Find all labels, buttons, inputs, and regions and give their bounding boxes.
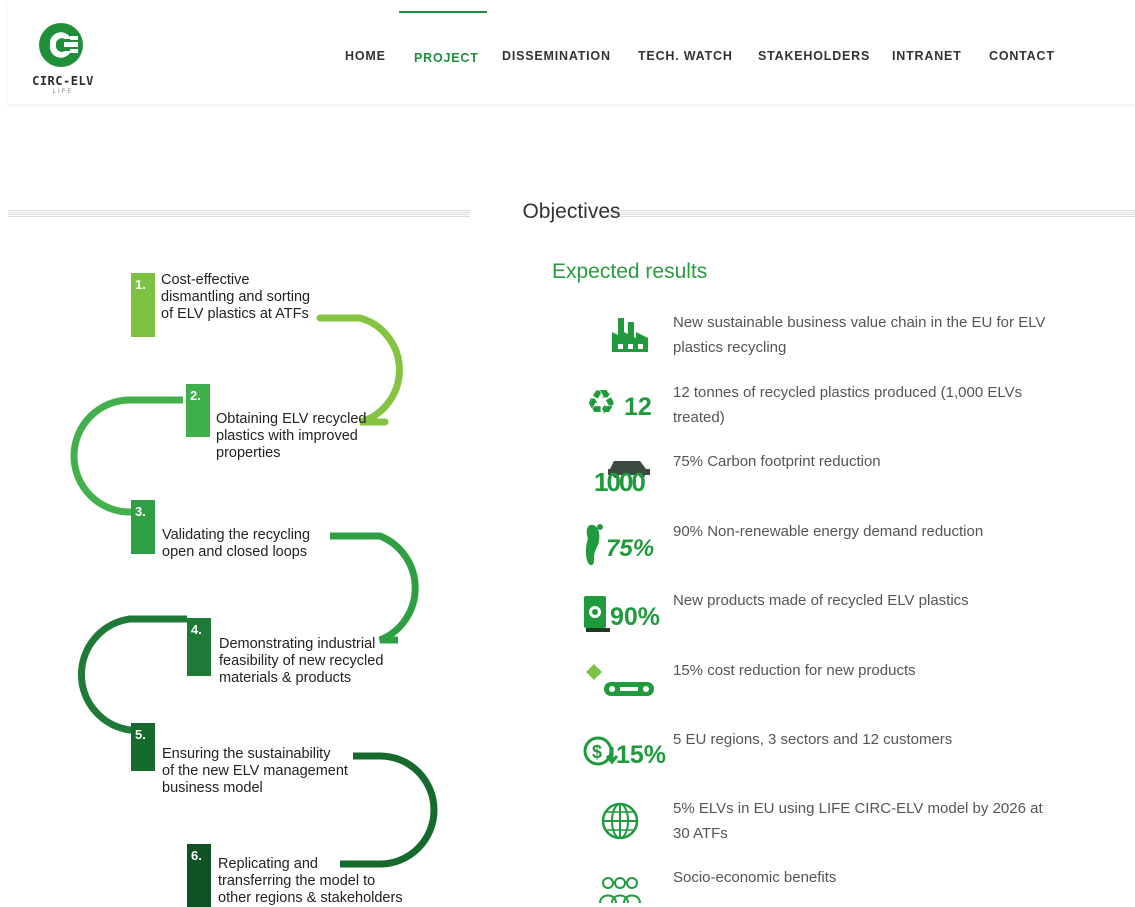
result-text: 15% cost reduction for new products xyxy=(673,662,916,679)
step-6-line-2: transferring the model to xyxy=(218,873,376,889)
nav-contact[interactable]: CONTACT xyxy=(989,49,1055,63)
step-3-number: 3. xyxy=(135,504,146,519)
step-1-text: Cost-effective dismantling and sorting o… xyxy=(161,272,310,323)
step-5-marker: 5. xyxy=(131,723,155,771)
leaf-footprint-icon: 75% xyxy=(582,519,666,569)
objectives-title: Objectives xyxy=(522,200,621,223)
nav-intranet[interactable]: INTRANET xyxy=(892,49,962,63)
dollar-circle-icon: $ xyxy=(583,736,618,766)
result-item: $ 15% 5 EU regions, 3 sectors and 12 cus… xyxy=(552,727,1112,787)
car-parts-icon xyxy=(586,664,654,696)
result-item: 15% cost reduction for new products xyxy=(552,658,1112,718)
result-text: 75% Carbon footprint reduction xyxy=(673,453,881,470)
svg-text:$: $ xyxy=(592,742,602,762)
nav-tech-watch[interactable]: TECH. WATCH xyxy=(638,49,733,63)
step-2-line-3: properties xyxy=(216,445,281,461)
leaf-badge: 75% xyxy=(606,535,655,562)
dollar-down-icon: $ 15% xyxy=(582,727,666,777)
main-nav: HOME PROJECT DISSEMINATION TECH. WATCH S… xyxy=(8,0,1135,104)
factory-icon xyxy=(612,318,648,352)
step-2-marker: 2. xyxy=(186,384,210,437)
step-1-number: 1. xyxy=(135,277,146,292)
step-4-line-2: feasibility of new recycled xyxy=(219,653,384,669)
step-3-line-1: Validating the recycling xyxy=(162,527,311,543)
result-text: Socio-economic benefits xyxy=(673,869,837,886)
step-2-line-1: Obtaining ELV recycled xyxy=(216,411,367,427)
recycle-icon: ♻ 12 xyxy=(586,384,652,422)
result-text: 5 EU regions, 3 sectors and 12 customers xyxy=(673,731,953,748)
step-1-line-1: Cost-effective xyxy=(161,272,250,288)
step-1-marker: 1. xyxy=(131,273,155,337)
site-header: CIRC-ELV LIFE HOME PROJECT DISSEMINATION… xyxy=(8,0,1135,104)
result-text: New sustainable business value chain in … xyxy=(673,314,1046,356)
step-6-number: 6. xyxy=(191,848,202,863)
result-item: 5% ELVs in EU using LIFE CIRC-ELV model … xyxy=(552,796,1112,856)
step-4-line-3: materials & products xyxy=(219,670,352,686)
step-5-line-1: Ensuring the sustainability xyxy=(162,746,331,762)
step-5-line-3: business model xyxy=(162,780,263,796)
dollar-badge: 15% xyxy=(616,741,667,769)
car-badge: 1000 xyxy=(594,467,646,497)
fuel-pump-icon: 90% xyxy=(582,588,666,638)
step-6-text: Replicating and transferring the model t… xyxy=(218,856,403,907)
nav-stakeholders[interactable]: STAKEHOLDERS xyxy=(758,49,870,63)
recycle-badge: 12 xyxy=(624,393,652,421)
car-icon: 1000 xyxy=(582,449,666,499)
result-text: New products made of recycled ELV plasti… xyxy=(673,592,969,609)
fuel-badge: 90% xyxy=(610,603,661,631)
expected-results: Expected results New sustainable busines… xyxy=(552,258,1112,907)
step-5-number: 5. xyxy=(135,727,146,742)
result-item: 90% New products made of recycled ELV pl… xyxy=(552,588,1112,648)
result-text: 12 tonnes of recycled plastics produced … xyxy=(673,384,1023,426)
step-5-line-2: of the new ELV management xyxy=(162,763,348,779)
result-item: 1000 75% Carbon footprint reduction xyxy=(552,449,1112,509)
expected-results-title: Expected results xyxy=(552,260,708,283)
step-6-line-3: other regions & stakeholders xyxy=(218,890,403,906)
step-4-text: Demonstrating industrial feasibility of … xyxy=(219,636,383,687)
step-6-marker: 6. xyxy=(187,844,211,907)
roadmap-path-graphic xyxy=(70,314,438,868)
result-item: 75% 90% Non-renewable energy demand redu… xyxy=(552,519,1112,579)
step-2-text: Obtaining ELV recycled plastics with imp… xyxy=(216,411,366,462)
step-1-line-2: dismantling and sorting xyxy=(161,289,311,305)
nav-dissemination[interactable]: DISSEMINATION xyxy=(502,49,611,63)
result-text: 90% Non-renewable energy demand reductio… xyxy=(673,523,984,540)
result-text: 5% ELVs in EU using LIFE CIRC-ELV model … xyxy=(673,800,1043,842)
people-icon xyxy=(599,877,641,904)
nav-project[interactable]: PROJECT xyxy=(414,51,479,65)
result-item: Socio-economic benefits xyxy=(552,865,1112,907)
objectives-heading: Objectives xyxy=(8,196,1135,230)
result-item: ♻ 12 12 tonnes of recycled plastics prod… xyxy=(552,380,1112,440)
result-item: New sustainable business value chain in … xyxy=(552,310,1112,370)
step-2-number: 2. xyxy=(190,388,201,403)
step-5-text: Ensuring the sustainability of the new E… xyxy=(162,746,348,797)
globe-icon xyxy=(601,802,639,840)
step-6-line-1: Replicating and xyxy=(218,856,318,872)
objectives-roadmap: 1. Cost-effective dismantling and sortin… xyxy=(0,240,540,907)
step-3-marker: 3. xyxy=(131,500,155,554)
step-4-marker: 4. xyxy=(187,618,211,676)
step-3-line-2: open and closed loops xyxy=(162,544,308,560)
step-1-line-3: of ELV plastics at ATFs xyxy=(161,306,309,322)
step-4-number: 4. xyxy=(191,622,202,637)
step-4-line-1: Demonstrating industrial xyxy=(219,636,376,652)
nav-active-indicator xyxy=(399,11,487,13)
step-3-text: Validating the recycling open and closed… xyxy=(162,527,310,561)
nav-home[interactable]: HOME xyxy=(345,49,386,63)
step-2-line-2: plastics with improved xyxy=(216,428,358,444)
